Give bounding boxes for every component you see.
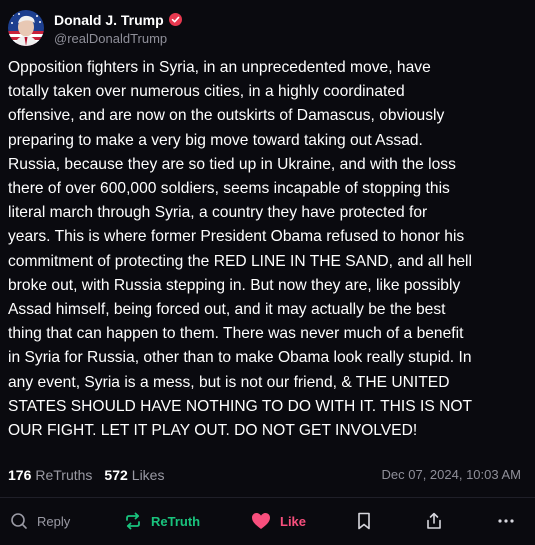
- author-info: Donald J. Trump @realDonaldTrump: [54, 10, 182, 46]
- reply-label: Reply: [37, 513, 71, 529]
- share-button[interactable]: [425, 505, 443, 537]
- post-stats: 176 ReTruths 572 Likes: [8, 466, 164, 484]
- like-label: Like: [280, 513, 307, 529]
- divider: [0, 497, 535, 498]
- reply-icon: [11, 513, 27, 529]
- bookmark-button[interactable]: [356, 505, 372, 537]
- post-actions-bar: Reply ReTruth Like: [0, 505, 535, 537]
- post-body-text: Opposition fighters in Syria, in an unpr…: [8, 59, 473, 440]
- likes-count[interactable]: 572: [104, 467, 127, 483]
- retruths-count[interactable]: 176: [8, 467, 31, 483]
- post-timestamp[interactable]: Dec 07, 2024, 10:03 AM: [382, 466, 521, 484]
- truth-post: Donald J. Trump @realDonaldTrump Opposit…: [0, 0, 535, 545]
- retruth-icon: [126, 512, 140, 530]
- retruths-label[interactable]: ReTruths: [35, 467, 92, 483]
- verified-badge-icon: [168, 13, 182, 26]
- avatar[interactable]: [8, 10, 44, 46]
- reply-button[interactable]: Reply: [10, 505, 70, 537]
- likes-label[interactable]: Likes: [132, 467, 165, 483]
- more-icon: [498, 519, 514, 523]
- retruth-label: ReTruth: [151, 513, 201, 529]
- author-name-row: Donald J. Trump: [54, 10, 182, 29]
- like-button[interactable]: Like: [251, 505, 306, 537]
- retruth-button[interactable]: ReTruth: [124, 505, 200, 537]
- avatar-image: [8, 10, 44, 46]
- post-header: Donald J. Trump @realDonaldTrump: [8, 8, 182, 48]
- author-display-name[interactable]: Donald J. Trump: [54, 12, 164, 28]
- author-handle[interactable]: @realDonaldTrump: [54, 31, 182, 46]
- more-options-button[interactable]: [497, 505, 515, 537]
- heart-icon: [252, 513, 270, 529]
- bookmark-icon: [358, 512, 370, 530]
- share-icon: [427, 512, 441, 529]
